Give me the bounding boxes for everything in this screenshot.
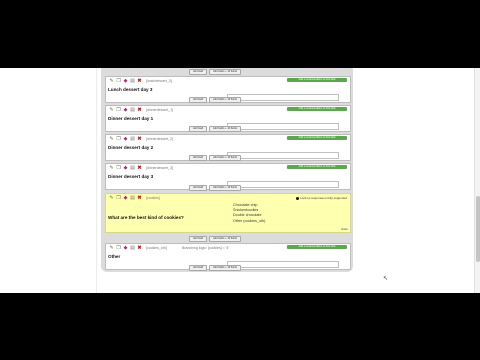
delete-icon[interactable]: ✖ — [137, 196, 142, 201]
delete-icon[interactable]: ✖ — [137, 137, 142, 142]
note-condition-button[interactable]: Add a note/condition to this field — [287, 165, 347, 169]
trash-icon[interactable]: ▤ — [130, 108, 135, 113]
variable-name: [dinnerdessert_1] — [146, 108, 174, 112]
add-field-button[interactable]: Add field — [189, 126, 207, 132]
condition-icon[interactable]: ◆ — [123, 246, 128, 251]
condition-icon[interactable]: ◆ — [123, 137, 128, 142]
answer-field[interactable] — [227, 261, 339, 268]
variable-name: [cookies_oth] — [146, 246, 167, 250]
condition-icon[interactable]: ◆ — [123, 108, 128, 113]
trash-icon[interactable]: ▤ — [130, 196, 135, 201]
question-label: What are the best kind of cookies? — [108, 215, 184, 220]
instrument-panel: Add field Add fields + 10 fields ✎ ❐ ◆ ▤… — [101, 68, 353, 272]
variable-name: [cookies] — [146, 196, 160, 200]
info-icon — [296, 196, 300, 200]
mandatory-label: Lock so response is fully supported — [300, 196, 347, 200]
pencil-icon[interactable]: ✎ — [109, 137, 114, 142]
add-many-fields-button[interactable]: Add fields + 10 fields — [209, 126, 241, 132]
choice-option[interactable]: Other (cookies_oth) — [233, 219, 265, 224]
add-field-button[interactable]: Add field — [189, 97, 207, 103]
add-many-fields-button[interactable]: Add fields + 10 fields — [209, 265, 241, 271]
copy-icon[interactable]: ❐ — [116, 79, 121, 84]
note-condition-button[interactable]: Add a note/condition to this field — [287, 245, 347, 249]
pencil-icon[interactable]: ✎ — [109, 166, 114, 171]
mandatory-indicator: Lock so response is fully supported — [296, 196, 347, 200]
pencil-icon[interactable]: ✎ — [109, 108, 114, 113]
condition-icon[interactable]: ◆ — [123, 79, 128, 84]
question-row-selected[interactable]: ✎ ❐ ◆ ▤ ✖ [cookies] Lock so response is … — [105, 193, 351, 233]
copy-icon[interactable]: ❐ — [116, 166, 121, 171]
question-label: Other — [108, 254, 121, 259]
branching-logic: Branching logic: [cookies] = '4' — [182, 246, 229, 250]
delete-icon[interactable]: ✖ — [137, 108, 142, 113]
delete-icon[interactable]: ✖ — [137, 166, 142, 171]
trash-icon[interactable]: ▤ — [130, 166, 135, 171]
add-many-fields-button[interactable]: Add fields + 10 fields — [209, 97, 241, 103]
mouse-cursor-icon: ↖ — [383, 276, 389, 282]
question-label: Dinner dessert day 2 — [108, 145, 154, 150]
choice-list: Chocolate chip Snickerdoodles Double cho… — [233, 203, 265, 224]
add-many-fields-button[interactable]: Add fields + 10 fields — [209, 155, 241, 161]
answer-field[interactable] — [227, 123, 339, 130]
add-field-button[interactable]: Add field — [189, 265, 207, 271]
pencil-icon[interactable]: ✎ — [109, 246, 114, 251]
delete-icon[interactable]: ✖ — [137, 246, 142, 251]
variable-name: [dinnerdessert_3] — [146, 166, 174, 170]
question-label: Lunch dessert day 3 — [108, 87, 153, 92]
condition-icon[interactable]: ◆ — [123, 196, 128, 201]
note-condition-button[interactable]: Add a note/condition to this field — [287, 136, 347, 140]
delete-icon[interactable]: ✖ — [137, 79, 142, 84]
add-many-fields-button[interactable]: Add fields + 10 fields — [209, 185, 241, 191]
answer-field[interactable] — [227, 152, 339, 159]
add-field-button[interactable]: Add field — [189, 69, 207, 75]
add-field-button[interactable]: Add field — [189, 236, 207, 242]
variable-name: [dinnerdessert_2] — [146, 137, 174, 141]
field-type-label: Radio — [341, 228, 348, 231]
choice-option[interactable]: Double chocolate — [233, 213, 265, 218]
question-label: Dinner dessert day 1 — [108, 116, 154, 121]
copy-icon[interactable]: ❐ — [116, 137, 121, 142]
copy-icon[interactable]: ❐ — [116, 246, 121, 251]
trash-icon[interactable]: ▤ — [130, 246, 135, 251]
page-scrollbar[interactable] — [474, 68, 480, 293]
add-field-button[interactable]: Add field — [189, 185, 207, 191]
add-many-fields-button[interactable]: Add fields + 10 fields — [209, 69, 241, 75]
pencil-icon[interactable]: ✎ — [109, 196, 114, 201]
app-screen: Add field Add fields + 10 fields ✎ ❐ ◆ ▤… — [0, 68, 480, 293]
note-condition-button[interactable]: Add a note/condition to this field — [287, 78, 347, 82]
variable-name: [lunchdessert_3] — [146, 79, 172, 83]
page-divider — [96, 68, 97, 293]
copy-icon[interactable]: ❐ — [116, 108, 121, 113]
pencil-icon[interactable]: ✎ — [109, 79, 114, 84]
condition-icon[interactable]: ◆ — [123, 166, 128, 171]
question-label: Dinner dessert day 3 — [108, 174, 154, 179]
add-many-fields-button[interactable]: Add fields + 10 fields — [209, 236, 241, 242]
answer-field[interactable] — [227, 181, 339, 188]
add-field-button[interactable]: Add field — [189, 155, 207, 161]
answer-field[interactable] — [227, 94, 339, 101]
note-condition-button[interactable]: Add a note/condition to this field — [287, 107, 347, 111]
copy-icon[interactable]: ❐ — [116, 196, 121, 201]
trash-icon[interactable]: ▤ — [130, 79, 135, 84]
trash-icon[interactable]: ▤ — [130, 137, 135, 142]
scrollbar-thumb[interactable] — [476, 196, 480, 262]
